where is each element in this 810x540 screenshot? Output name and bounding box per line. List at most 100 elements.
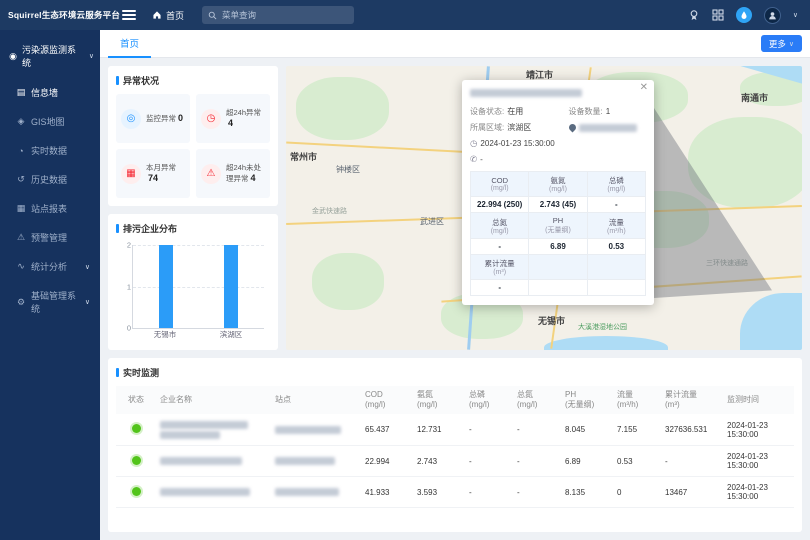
card-over24h-abnormal[interactable]: ◷ 超24h异常4 [196,94,270,143]
card-over24h-unhandled[interactable]: ⚠ 超24h未处理异常4 [196,149,270,198]
table-row[interactable]: 41.933 3.593 - - 8.135 0 13467 2024-01-2… [116,477,794,508]
abnormal-card-grid: ◎ 监控异常0 ◷ 超24h异常4 ▦ 本月异常74 ⚠ [116,94,270,198]
popup-phone: - [480,155,483,164]
map-label-park: 大溪港湿地公园 [578,322,627,332]
enterprise-distribution-panel: 排污企业分布 2 1 0 无锡市 滨湖区 [108,214,278,350]
x-label: 无锡市 [132,329,198,342]
history-icon: ↺ [16,174,26,185]
stats-icon: ∿ [16,261,26,272]
water-drop-icon[interactable] [736,7,752,23]
masked-enterprise-name [160,431,220,439]
home-label: 首页 [166,9,184,22]
y-tick: 2 [121,241,131,250]
map-icon: ◈ [16,116,26,127]
chart-x-labels: 无锡市 滨湖区 [132,329,264,342]
card-value: 74 [148,173,158,183]
masked-site-name [275,488,339,496]
status-dot-normal [132,487,141,496]
chart-plot-area: 2 1 0 [132,245,264,329]
apps-grid-icon[interactable] [712,9,724,21]
chevron-down-icon: ∨ [789,40,794,48]
y-tick: 0 [121,324,131,333]
close-icon[interactable]: ✕ [640,83,648,93]
menu-toggle-icon[interactable] [122,10,136,20]
dashboard-content: 异常状况 ◎ 监控异常0 ◷ 超24h异常4 ▦ 本月异常74 [100,58,810,350]
system-icon: ◉ [8,51,18,62]
warning-icon: ⚠ [201,164,221,184]
sidebar-item-info-wall[interactable]: ▤信息墙 [0,78,100,107]
menu-search [202,6,354,24]
sidebar-item-basic-management[interactable]: ⚙基础管理系统 ∨ [0,281,100,323]
masked-site-name [275,457,335,465]
table-row[interactable]: 22.994 2.743 - - 6.89 0.53 - 2024-01-23 … [116,446,794,477]
trophy-icon[interactable] [688,9,700,21]
x-label: 滨湖区 [198,329,264,342]
map-label-road: 金武快速路 [312,206,347,216]
status-dot-normal [132,424,141,433]
masked-station-name [470,89,582,97]
app-title: Squirrel生态环境云服务平台 [0,9,112,21]
card-month-abnormal[interactable]: ▦ 本月异常74 [116,149,190,198]
clock-icon: ◷ [470,138,477,149]
card-monitor-abnormal[interactable]: ◎ 监控异常0 [116,94,190,143]
sidebar-item-history-data[interactable]: ↺历史数据 [0,165,100,194]
tab-bar: 首页 更多 ∨ [100,30,810,58]
phone-icon: ✆ [470,154,477,165]
top-bar: Squirrel生态环境云服务平台 首页 ∨ [0,0,810,30]
chevron-down-icon: ∨ [89,52,94,60]
chart-title: 排污企业分布 [116,222,270,235]
report-icon: ▦ [16,203,26,214]
sidebar-item-alert-management[interactable]: ⚠预警管理 [0,223,100,252]
home-icon [152,10,162,20]
masked-enterprise-name [160,488,250,496]
table-row[interactable]: 65.437 12.731 - - 8.045 7.155 327636.531… [116,414,794,446]
map-lake [544,336,668,350]
popup-metrics-table: COD(mg/l) 氨氮(mg/l) 总磷(mg/l) 22.994 (250)… [470,171,646,296]
region-value: 滨湖区 [507,122,531,133]
sidebar-item-site-report[interactable]: ▦站点报表 [0,194,100,223]
more-button[interactable]: 更多 ∨ [761,35,802,52]
masked-site-name [275,426,341,434]
monitor-icon: ◎ [121,109,141,129]
top-right-actions: ∨ [688,7,810,24]
station-popup: ✕ 设备状态:在用 设备数量:1 所属区域:滨湖区 ◷2024-01-23 15… [462,80,654,305]
map-label-city: 常州市 [290,150,317,163]
status-dot-normal [132,456,141,465]
chevron-down-icon: ∨ [85,298,90,306]
main-area: 首页 更多 ∨ 异常状况 ◎ 监控异常0 ◷ [100,30,810,540]
map-label-city: 无锡市 [538,314,565,327]
chart-bar [159,245,173,328]
home-breadcrumb[interactable]: 首页 [152,9,184,22]
clock-alert-icon: ◷ [201,109,221,129]
device-count-value: 1 [606,107,610,116]
sidebar: ◉ 污染源监测系统 ∨ ▤信息墙 ◈GIS地图 ◔实时数据 ↺历史数据 ▦站点报… [0,30,100,540]
sidebar-item-gis-map[interactable]: ◈GIS地图 [0,107,100,136]
sidebar-system-title[interactable]: ◉ 污染源监测系统 ∨ [0,34,100,78]
search-icon [208,11,217,20]
left-column: 异常状况 ◎ 监控异常0 ◷ 超24h异常4 ▦ 本月异常74 [108,66,278,350]
map-label-district: 钟楼区 [336,164,360,175]
y-tick: 1 [121,282,131,291]
card-value: 4 [228,118,233,128]
tab-home[interactable]: 首页 [108,30,151,58]
masked-enterprise-name [160,421,248,429]
abnormal-panel-title: 异常状况 [116,74,270,87]
user-avatar[interactable] [764,7,781,24]
sidebar-item-statistics[interactable]: ∿统计分析 ∨ [0,252,100,281]
map-label-city: 南通市 [741,91,768,104]
card-value: 4 [251,173,256,183]
search-input[interactable] [222,10,348,20]
masked-address [579,124,637,132]
sidebar-item-realtime-data[interactable]: ◔实时数据 [0,136,100,165]
map-label-district: 武进区 [420,216,444,227]
popup-info: 设备状态:在用 设备数量:1 所属区域:滨湖区 ◷2024-01-23 15:3… [470,106,646,165]
gear-icon: ⚙ [16,297,26,308]
device-status-value: 在用 [507,106,523,117]
chevron-down-icon[interactable]: ∨ [793,11,798,19]
wall-icon: ▤ [16,87,26,98]
gis-map[interactable]: 南通市 靖江市 常州市 钟楼区 武进区 无锡市 金武快速路 三环快速通路 大溪港… [286,66,802,350]
realtime-table: 状态 企业名称 站点 COD(mg/l) 氨氮(mg/l) 总磷(mg/l) 总… [116,386,794,508]
card-value: 0 [178,113,183,123]
abnormal-status-panel: 异常状况 ◎ 监控异常0 ◷ 超24h异常4 ▦ 本月异常74 [108,66,278,206]
realtime-icon: ◔ [16,146,26,156]
